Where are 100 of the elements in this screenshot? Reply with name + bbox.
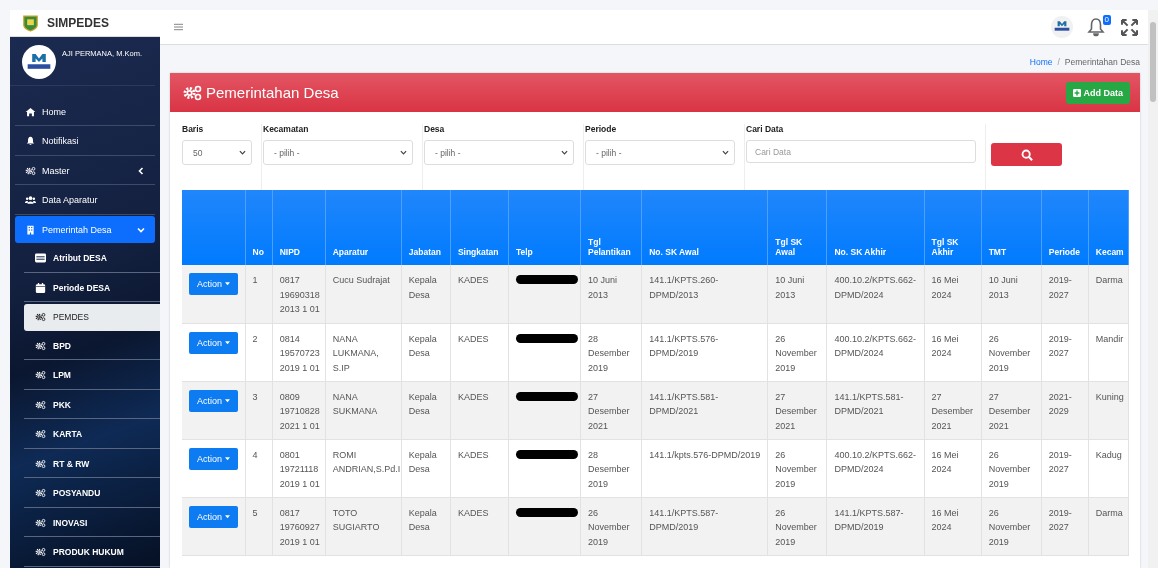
table-cell: 16 Mei 2024: [931, 449, 959, 474]
table-cell: 28 Desember 2019: [588, 449, 630, 489]
nav-item[interactable]: Data Aparatur: [15, 186, 155, 215]
filter-select[interactable]: 50: [182, 140, 252, 165]
table-cell: 26 November 2019: [588, 507, 630, 547]
table-cell: NANA LUKMANA, S.IP: [332, 333, 379, 373]
breadcrumb-link[interactable]: Home: [1029, 57, 1053, 73]
action-button[interactable]: Action: [189, 331, 238, 354]
building-icon: [25, 224, 36, 235]
table-cell: 26 November 2019: [988, 333, 1031, 373]
nav-item[interactable]: Master: [15, 157, 155, 185]
table-cell: Kepala Desa: [408, 333, 437, 358]
table-cell: 141.1/KPTS.587-DPMD/2019: [649, 507, 719, 532]
nav-item[interactable]: Pemerintah Desa: [15, 216, 155, 243]
column-header: No. SK Akhir: [834, 247, 887, 257]
filter-label: Desa: [424, 124, 446, 134]
table-cell: 16 Mei 2024: [931, 275, 959, 300]
filter-select[interactable]: - pilih -: [585, 140, 735, 165]
gears-icon: [35, 488, 46, 498]
gears-icon: [25, 165, 36, 176]
table-cell: 4: [252, 449, 258, 460]
table-cell: 2019-2027: [1048, 275, 1072, 300]
table-cell: 10 Juni 2013: [988, 275, 1018, 300]
gears-icon: [35, 547, 46, 557]
column-header: Tgl SK Awal: [775, 237, 803, 257]
nav-subitem[interactable]: Periode DESA: [24, 274, 160, 302]
table-cell: 400.10.2/KPTS.662-DPMD/2024: [834, 275, 916, 300]
column-header: Periode: [1048, 247, 1080, 257]
search-field[interactable]: Cari Data: [746, 140, 976, 163]
table-cell: KADES: [457, 333, 489, 344]
fullscreen-icon[interactable]: [1121, 18, 1138, 36]
action-button[interactable]: Action: [189, 505, 238, 528]
column-header: No: [252, 247, 264, 257]
chevron-down-icon: [400, 149, 407, 156]
nav-subitem[interactable]: BPD: [24, 332, 160, 360]
nav-item[interactable]: Home: [15, 98, 155, 126]
action-button[interactable]: Action: [189, 389, 238, 412]
bell-icon: [25, 136, 36, 146]
table-cell: 2021-2029: [1048, 391, 1072, 416]
table-cell: Kepala Desa: [408, 449, 437, 474]
table-cell: 141.1/kpts.576-DPMD/2019: [649, 449, 761, 460]
table-cell: Kadug: [1095, 449, 1122, 460]
column-header: Tgl SK Akhir: [931, 237, 959, 257]
table-cell: 0817 19760927 2019 1 01: [279, 507, 320, 547]
caret-icon: [225, 340, 230, 345]
table-cell: 2019-2027: [1048, 449, 1072, 474]
filter-select[interactable]: - pilih -: [263, 140, 413, 165]
table-cell: KADES: [457, 391, 489, 402]
table-cell: 26 November 2019: [775, 449, 817, 489]
caret-icon: [225, 456, 230, 461]
gears-icon: [35, 517, 46, 528]
table-cell: 2019-2027: [1048, 507, 1072, 532]
table-cell: 27 Desember 2021: [775, 391, 817, 431]
nav-subitem[interactable]: LPM: [24, 361, 160, 390]
nav-subitem[interactable]: KARTA: [24, 420, 160, 449]
nav-subitem[interactable]: RT & RW: [24, 450, 160, 478]
breadcrumb-separator: /: [1057, 57, 1060, 69]
nav-subitem[interactable]: POSYANDU: [24, 479, 160, 508]
table-cell: 28 Desember 2019: [588, 333, 630, 373]
scrollbar-thumb[interactable]: [1150, 22, 1156, 102]
menu-icon[interactable]: [174, 23, 183, 31]
gears-icon: [35, 429, 46, 439]
home-icon: [25, 106, 36, 117]
nav-subitem[interactable]: PKK: [24, 391, 160, 419]
nav-subitem[interactable]: PRODUK HUKUM: [24, 538, 160, 567]
table-cell: Cucu Sudrajat: [332, 275, 390, 285]
action-button[interactable]: Action: [189, 447, 238, 470]
caret-icon: [225, 514, 230, 519]
table-cell: Kuning: [1095, 391, 1124, 402]
app-title: SIMPEDES: [47, 16, 109, 31]
column-header: No. SK Awal: [649, 247, 699, 257]
caret-icon: [225, 398, 230, 403]
emblem-icon: [23, 14, 38, 32]
gears-icon: [182, 84, 203, 101]
avatar-logo-icon[interactable]: [1051, 16, 1073, 38]
nav-item[interactable]: Notifikasi: [15, 127, 155, 156]
table-cell: 141.1/KPTS.587-DPMD/2019: [834, 507, 904, 532]
table-cell: Darma: [1095, 507, 1123, 518]
search-button[interactable]: [991, 143, 1062, 166]
nav-subitem[interactable]: INOVASI: [24, 509, 160, 537]
table-cell: 1: [252, 275, 258, 285]
search-icon: [1020, 148, 1033, 161]
column-header: Jabatan: [408, 247, 441, 257]
table-cell: 26 November 2019: [988, 449, 1031, 489]
nav-subitem[interactable]: PEMDES: [24, 303, 160, 331]
filter-select[interactable]: - pilih -: [424, 140, 574, 165]
gears-icon: [35, 458, 46, 469]
table-cell: 26 November 2019: [775, 507, 817, 547]
table-cell: 0809 19710828 2021 1 01: [279, 391, 320, 431]
avatar-logo-icon: [22, 45, 56, 80]
bell-icon[interactable]: [1087, 17, 1105, 37]
chevron-down-icon: [722, 149, 729, 156]
nav-subitem[interactable]: Atribut DESA: [24, 244, 160, 273]
filter-label: Kecamatan: [263, 124, 310, 134]
table-cell: 141.1/KPTS.260-DPMD/2013: [649, 275, 719, 300]
column-header: NIPD: [279, 247, 300, 257]
action-button[interactable]: Action: [189, 273, 238, 295]
chevron-down-icon: [137, 225, 145, 234]
table-cell: 141.1/KPTS.581-DPMD/2021: [834, 391, 904, 416]
table-cell: 0801 19721118 2019 1 01: [279, 449, 320, 489]
